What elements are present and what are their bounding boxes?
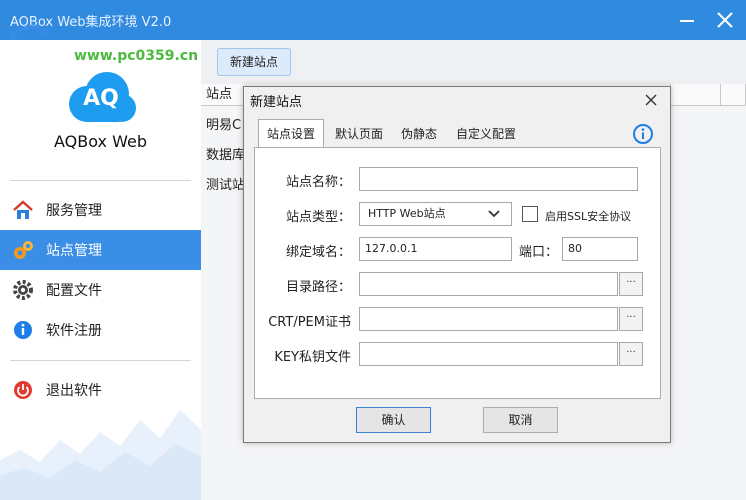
sidebar-item-label: 配置文件 [46,283,102,299]
new-site-dialog: 新建站点 站点设置 默认页面 伪静态 自定义配置 站点名称： 站点类型： HTT… [243,86,671,443]
new-site-button[interactable]: 新建站点 [217,48,291,76]
dir-browse-button[interactable]: ··· [619,272,643,296]
table-header-col[interactable] [721,84,746,106]
tab-default-page[interactable]: 默认页面 [328,121,390,147]
site-type-select[interactable]: HTTP Web站点 [359,202,512,226]
port-label: 端口： [519,245,559,260]
sidebar-item-label: 站点管理 [46,243,102,259]
key-input[interactable] [359,342,618,366]
cancel-button[interactable]: 取消 [483,407,558,433]
gears-icon [12,239,34,261]
table-row[interactable]: 数据库 [206,144,245,163]
table-row[interactable]: 明易C [206,114,241,133]
logo-text: AQ [83,86,119,111]
domain-label: 绑定域名： [285,245,351,260]
site-name-label: 站点名称： [285,175,351,190]
info-icon [12,319,34,341]
brand-name: AQBox Web [54,132,147,151]
domain-input[interactable]: 127.0.0.1 [359,237,512,261]
port-input[interactable]: 80 [562,237,638,261]
tab-custom-config[interactable]: 自定义配置 [448,121,524,147]
chevron-down-icon [488,210,500,218]
home-icon [12,199,34,221]
watermark-text: www.pc0359.cn [74,48,199,64]
sidebar: AQ AQBox Web 服务管理 站点管理 配置文件 软件注册 退出软件 [0,40,201,500]
key-browse-button[interactable]: ··· [619,342,643,366]
key-label: KEY私钥文件 [274,350,351,365]
background-wave-decoration [0,410,201,500]
sidebar-divider [10,360,191,361]
ssl-label: 启用SSL安全协议 [545,210,632,223]
close-button[interactable] [710,6,740,34]
sidebar-item-service[interactable]: 服务管理 [0,190,201,230]
sidebar-item-register[interactable]: 软件注册 [0,310,201,350]
sidebar-item-sites[interactable]: 站点管理 [0,230,201,270]
cert-input[interactable] [359,307,618,331]
dir-label: 目录路径： [285,280,351,295]
cert-browse-button[interactable]: ··· [619,307,643,331]
close-icon [717,12,733,28]
site-settings-panel: 站点名称： 站点类型： HTTP Web站点 启用SSL安全协议 绑定域名： 1… [254,147,661,399]
minimize-icon [680,20,694,22]
sidebar-item-label: 服务管理 [46,203,102,219]
sidebar-divider [10,180,191,181]
dialog-close-button[interactable] [640,89,662,111]
site-type-label: 站点类型： [285,210,351,225]
site-name-input[interactable] [359,167,638,191]
dir-input[interactable] [359,272,618,296]
table-row[interactable]: 测试站 [206,174,245,193]
info-icon[interactable] [632,123,654,145]
cert-label: CRT/PEM证书 [268,315,351,330]
table-header-col[interactable] [671,84,721,106]
gear-icon [12,279,34,301]
ssl-checkbox[interactable] [522,206,538,222]
tab-rewrite[interactable]: 伪静态 [394,121,444,147]
dialog-title: 新建站点 [250,95,303,110]
site-type-value: HTTP Web站点 [368,207,446,220]
tab-site-settings[interactable]: 站点设置 [258,119,324,148]
confirm-button[interactable]: 确认 [356,407,431,433]
sidebar-item-config[interactable]: 配置文件 [0,270,201,310]
sidebar-item-label: 软件注册 [46,323,102,339]
minimize-button[interactable] [672,6,702,34]
close-icon [645,94,657,106]
title-bar: AQBox Web集成环境 V2.0 [0,0,746,40]
